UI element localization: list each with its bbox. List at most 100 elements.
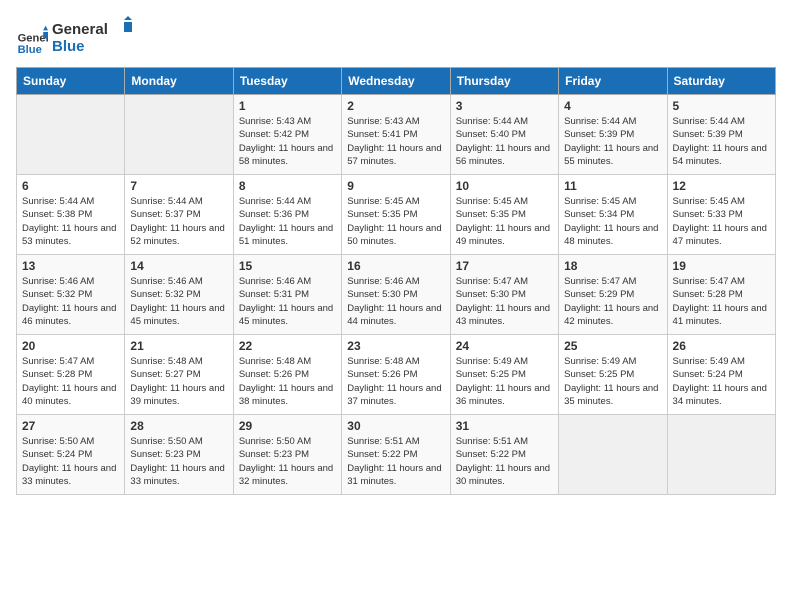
- calendar-table: SundayMondayTuesdayWednesdayThursdayFrid…: [16, 67, 776, 495]
- calendar-week-row: 1 Sunrise: 5:43 AM Sunset: 5:42 PM Daylig…: [17, 95, 776, 175]
- calendar-cell: 27 Sunrise: 5:50 AM Sunset: 5:24 PM Dayli…: [17, 415, 125, 495]
- calendar-cell: 19 Sunrise: 5:47 AM Sunset: 5:28 PM Dayli…: [667, 255, 775, 335]
- page-header: General Blue General Blue: [16, 16, 776, 63]
- day-info: Sunrise: 5:44 AM Sunset: 5:39 PM Dayligh…: [673, 115, 770, 168]
- day-info: Sunrise: 5:48 AM Sunset: 5:26 PM Dayligh…: [347, 355, 444, 408]
- day-info: Sunrise: 5:50 AM Sunset: 5:23 PM Dayligh…: [130, 435, 227, 488]
- calendar-cell: 20Sunrise: 5:47 AM Sunset: 5:28 PM Dayli…: [17, 335, 125, 415]
- day-number: 21: [130, 339, 227, 353]
- calendar-cell: 22Sunrise: 5:48 AM Sunset: 5:26 PM Dayli…: [233, 335, 341, 415]
- day-info: Sunrise: 5:45 AM Sunset: 5:34 PM Dayligh…: [564, 195, 661, 248]
- calendar-cell: 12 Sunrise: 5:45 AM Sunset: 5:33 PM Dayli…: [667, 175, 775, 255]
- calendar-cell: 8Sunrise: 5:44 AM Sunset: 5:36 PM Daylig…: [233, 175, 341, 255]
- day-number: 12: [673, 179, 770, 193]
- calendar-cell: [667, 415, 775, 495]
- day-number: 9: [347, 179, 444, 193]
- calendar-cell: 29Sunrise: 5:50 AM Sunset: 5:23 PM Dayli…: [233, 415, 341, 495]
- day-number: 7: [130, 179, 227, 193]
- day-info: Sunrise: 5:47 AM Sunset: 5:30 PM Dayligh…: [456, 275, 553, 328]
- weekday-header: Tuesday: [233, 68, 341, 95]
- logo-svg: General Blue: [52, 16, 132, 58]
- day-number: 25: [564, 339, 661, 353]
- day-number: 6: [22, 179, 119, 193]
- calendar-cell: 23 Sunrise: 5:48 AM Sunset: 5:26 PM Dayli…: [342, 335, 450, 415]
- calendar-cell: [125, 95, 233, 175]
- day-info: Sunrise: 5:48 AM Sunset: 5:26 PM Dayligh…: [239, 355, 336, 408]
- calendar-cell: 1 Sunrise: 5:43 AM Sunset: 5:42 PM Daylig…: [233, 95, 341, 175]
- day-number: 23: [347, 339, 444, 353]
- calendar-cell: 28 Sunrise: 5:50 AM Sunset: 5:23 PM Dayli…: [125, 415, 233, 495]
- calendar-cell: 5 Sunrise: 5:44 AM Sunset: 5:39 PM Daylig…: [667, 95, 775, 175]
- day-number: 27: [22, 419, 119, 433]
- weekday-header: Sunday: [17, 68, 125, 95]
- day-info: Sunrise: 5:44 AM Sunset: 5:38 PM Dayligh…: [22, 195, 119, 248]
- day-info: Sunrise: 5:47 AM Sunset: 5:28 PM Dayligh…: [22, 355, 119, 408]
- weekday-header: Wednesday: [342, 68, 450, 95]
- day-number: 31: [456, 419, 553, 433]
- day-info: Sunrise: 5:43 AM Sunset: 5:41 PM Dayligh…: [347, 115, 444, 168]
- calendar-cell: 11 Sunrise: 5:45 AM Sunset: 5:34 PM Dayli…: [559, 175, 667, 255]
- day-info: Sunrise: 5:49 AM Sunset: 5:25 PM Dayligh…: [456, 355, 553, 408]
- calendar-week-row: 13 Sunrise: 5:46 AM Sunset: 5:32 PM Dayli…: [17, 255, 776, 335]
- day-number: 3: [456, 99, 553, 113]
- svg-text:Blue: Blue: [52, 38, 85, 55]
- calendar-cell: 9 Sunrise: 5:45 AM Sunset: 5:35 PM Daylig…: [342, 175, 450, 255]
- day-info: Sunrise: 5:51 AM Sunset: 5:22 PM Dayligh…: [456, 435, 553, 488]
- day-info: Sunrise: 5:46 AM Sunset: 5:30 PM Dayligh…: [347, 275, 444, 328]
- calendar-cell: 26 Sunrise: 5:49 AM Sunset: 5:24 PM Dayli…: [667, 335, 775, 415]
- weekday-header: Thursday: [450, 68, 558, 95]
- calendar-cell: [17, 95, 125, 175]
- weekday-header: Friday: [559, 68, 667, 95]
- weekday-header: Monday: [125, 68, 233, 95]
- day-number: 24: [456, 339, 553, 353]
- day-number: 11: [564, 179, 661, 193]
- day-number: 8: [239, 179, 336, 193]
- day-info: Sunrise: 5:47 AM Sunset: 5:28 PM Dayligh…: [673, 275, 770, 328]
- calendar-cell: 25 Sunrise: 5:49 AM Sunset: 5:25 PM Dayli…: [559, 335, 667, 415]
- day-number: 2: [347, 99, 444, 113]
- calendar-cell: 2 Sunrise: 5:43 AM Sunset: 5:41 PM Daylig…: [342, 95, 450, 175]
- day-info: Sunrise: 5:45 AM Sunset: 5:35 PM Dayligh…: [347, 195, 444, 248]
- weekday-header-row: SundayMondayTuesdayWednesdayThursdayFrid…: [17, 68, 776, 95]
- weekday-header: Saturday: [667, 68, 775, 95]
- day-info: Sunrise: 5:49 AM Sunset: 5:25 PM Dayligh…: [564, 355, 661, 408]
- day-info: Sunrise: 5:46 AM Sunset: 5:32 PM Dayligh…: [22, 275, 119, 328]
- calendar-cell: 3 Sunrise: 5:44 AM Sunset: 5:40 PM Daylig…: [450, 95, 558, 175]
- calendar-cell: 17Sunrise: 5:47 AM Sunset: 5:30 PM Dayli…: [450, 255, 558, 335]
- calendar-cell: 21 Sunrise: 5:48 AM Sunset: 5:27 PM Dayli…: [125, 335, 233, 415]
- day-number: 5: [673, 99, 770, 113]
- calendar-cell: 31 Sunrise: 5:51 AM Sunset: 5:22 PM Dayli…: [450, 415, 558, 495]
- calendar-cell: 30Sunrise: 5:51 AM Sunset: 5:22 PM Dayli…: [342, 415, 450, 495]
- day-info: Sunrise: 5:45 AM Sunset: 5:33 PM Dayligh…: [673, 195, 770, 248]
- day-number: 1: [239, 99, 336, 113]
- day-number: 13: [22, 259, 119, 273]
- calendar-cell: 7 Sunrise: 5:44 AM Sunset: 5:37 PM Daylig…: [125, 175, 233, 255]
- day-info: Sunrise: 5:44 AM Sunset: 5:37 PM Dayligh…: [130, 195, 227, 248]
- calendar-cell: 16Sunrise: 5:46 AM Sunset: 5:30 PM Dayli…: [342, 255, 450, 335]
- day-info: Sunrise: 5:45 AM Sunset: 5:35 PM Dayligh…: [456, 195, 553, 248]
- calendar-cell: 14Sunrise: 5:46 AM Sunset: 5:32 PM Dayli…: [125, 255, 233, 335]
- day-info: Sunrise: 5:50 AM Sunset: 5:23 PM Dayligh…: [239, 435, 336, 488]
- day-number: 19: [673, 259, 770, 273]
- day-number: 26: [673, 339, 770, 353]
- day-number: 30: [347, 419, 444, 433]
- logo: General Blue General Blue: [16, 16, 132, 63]
- day-number: 28: [130, 419, 227, 433]
- calendar-cell: 24 Sunrise: 5:49 AM Sunset: 5:25 PM Dayli…: [450, 335, 558, 415]
- day-info: Sunrise: 5:43 AM Sunset: 5:42 PM Dayligh…: [239, 115, 336, 168]
- calendar-cell: [559, 415, 667, 495]
- day-info: Sunrise: 5:48 AM Sunset: 5:27 PM Dayligh…: [130, 355, 227, 408]
- calendar-week-row: 6 Sunrise: 5:44 AM Sunset: 5:38 PM Daylig…: [17, 175, 776, 255]
- svg-text:General: General: [52, 21, 108, 38]
- day-info: Sunrise: 5:50 AM Sunset: 5:24 PM Dayligh…: [22, 435, 119, 488]
- svg-text:Blue: Blue: [18, 43, 42, 55]
- day-info: Sunrise: 5:44 AM Sunset: 5:39 PM Dayligh…: [564, 115, 661, 168]
- calendar-cell: 4Sunrise: 5:44 AM Sunset: 5:39 PM Daylig…: [559, 95, 667, 175]
- calendar-cell: 13 Sunrise: 5:46 AM Sunset: 5:32 PM Dayli…: [17, 255, 125, 335]
- day-info: Sunrise: 5:47 AM Sunset: 5:29 PM Dayligh…: [564, 275, 661, 328]
- day-info: Sunrise: 5:46 AM Sunset: 5:31 PM Dayligh…: [239, 275, 336, 328]
- day-number: 18: [564, 259, 661, 273]
- day-info: Sunrise: 5:49 AM Sunset: 5:24 PM Dayligh…: [673, 355, 770, 408]
- logo-icon: General Blue: [16, 24, 48, 56]
- day-info: Sunrise: 5:44 AM Sunset: 5:40 PM Dayligh…: [456, 115, 553, 168]
